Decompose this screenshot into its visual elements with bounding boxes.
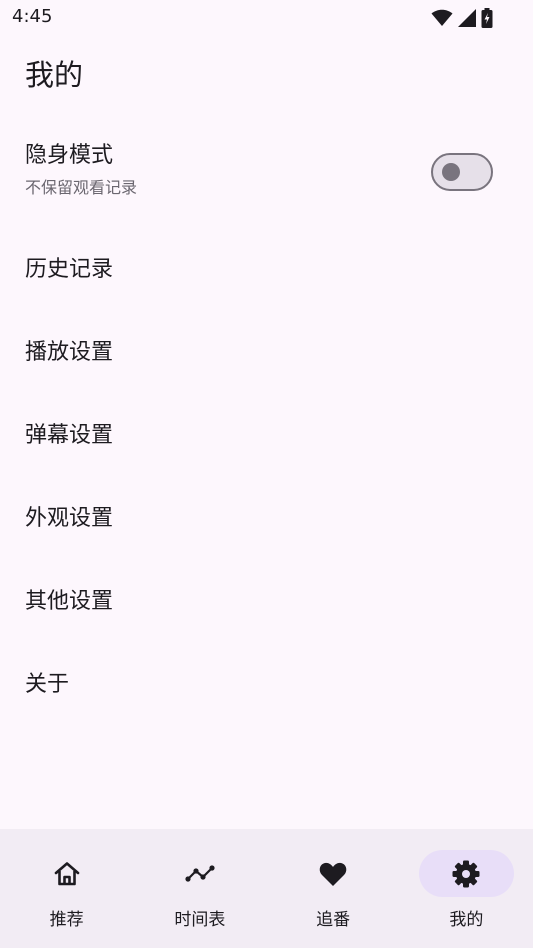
page-title: 我的 — [25, 58, 84, 92]
menu-item-other-settings[interactable]: 其他设置 — [0, 557, 533, 640]
nav-item-timetable[interactable]: 时间表 — [133, 829, 266, 948]
status-time: 4:45 — [12, 6, 53, 27]
settings-menu-list: 历史记录 播放设置 弹幕设置 外观设置 其他设置 关于 — [0, 225, 533, 723]
heart-icon — [319, 862, 347, 886]
nav-item-following[interactable]: 追番 — [267, 829, 400, 948]
battery-charging-icon — [481, 8, 493, 28]
nav-item-mine[interactable]: 我的 — [400, 829, 533, 948]
status-bar: 4:45 — [0, 0, 533, 36]
switch-knob — [442, 163, 460, 181]
nav-label-mine: 我的 — [449, 910, 484, 930]
nav-item-recommend[interactable]: 推荐 — [0, 829, 133, 948]
gear-icon — [452, 860, 480, 888]
menu-item-playback-settings[interactable]: 播放设置 — [0, 308, 533, 391]
status-icons — [431, 7, 493, 29]
timeline-icon — [185, 865, 215, 882]
incognito-mode-title: 隐身模式 — [25, 143, 114, 168]
cell-signal-icon — [458, 9, 476, 27]
incognito-mode-subtitle: 不保留观看记录 — [25, 178, 138, 197]
nav-label-timetable: 时间表 — [174, 910, 226, 930]
menu-item-appearance-settings[interactable]: 外观设置 — [0, 474, 533, 557]
menu-item-about[interactable]: 关于 — [0, 640, 533, 723]
menu-item-history[interactable]: 历史记录 — [0, 225, 533, 308]
incognito-mode-switch[interactable] — [431, 153, 493, 191]
wifi-icon — [431, 9, 453, 26]
nav-label-following: 追番 — [316, 910, 351, 930]
bottom-navigation: 推荐 时间表 追番 我的 — [0, 829, 533, 948]
menu-item-danmaku-settings[interactable]: 弹幕设置 — [0, 391, 533, 474]
home-icon — [54, 862, 79, 886]
incognito-mode-row[interactable]: 隐身模式 不保留观看记录 — [0, 130, 533, 214]
nav-label-recommend: 推荐 — [49, 910, 84, 930]
